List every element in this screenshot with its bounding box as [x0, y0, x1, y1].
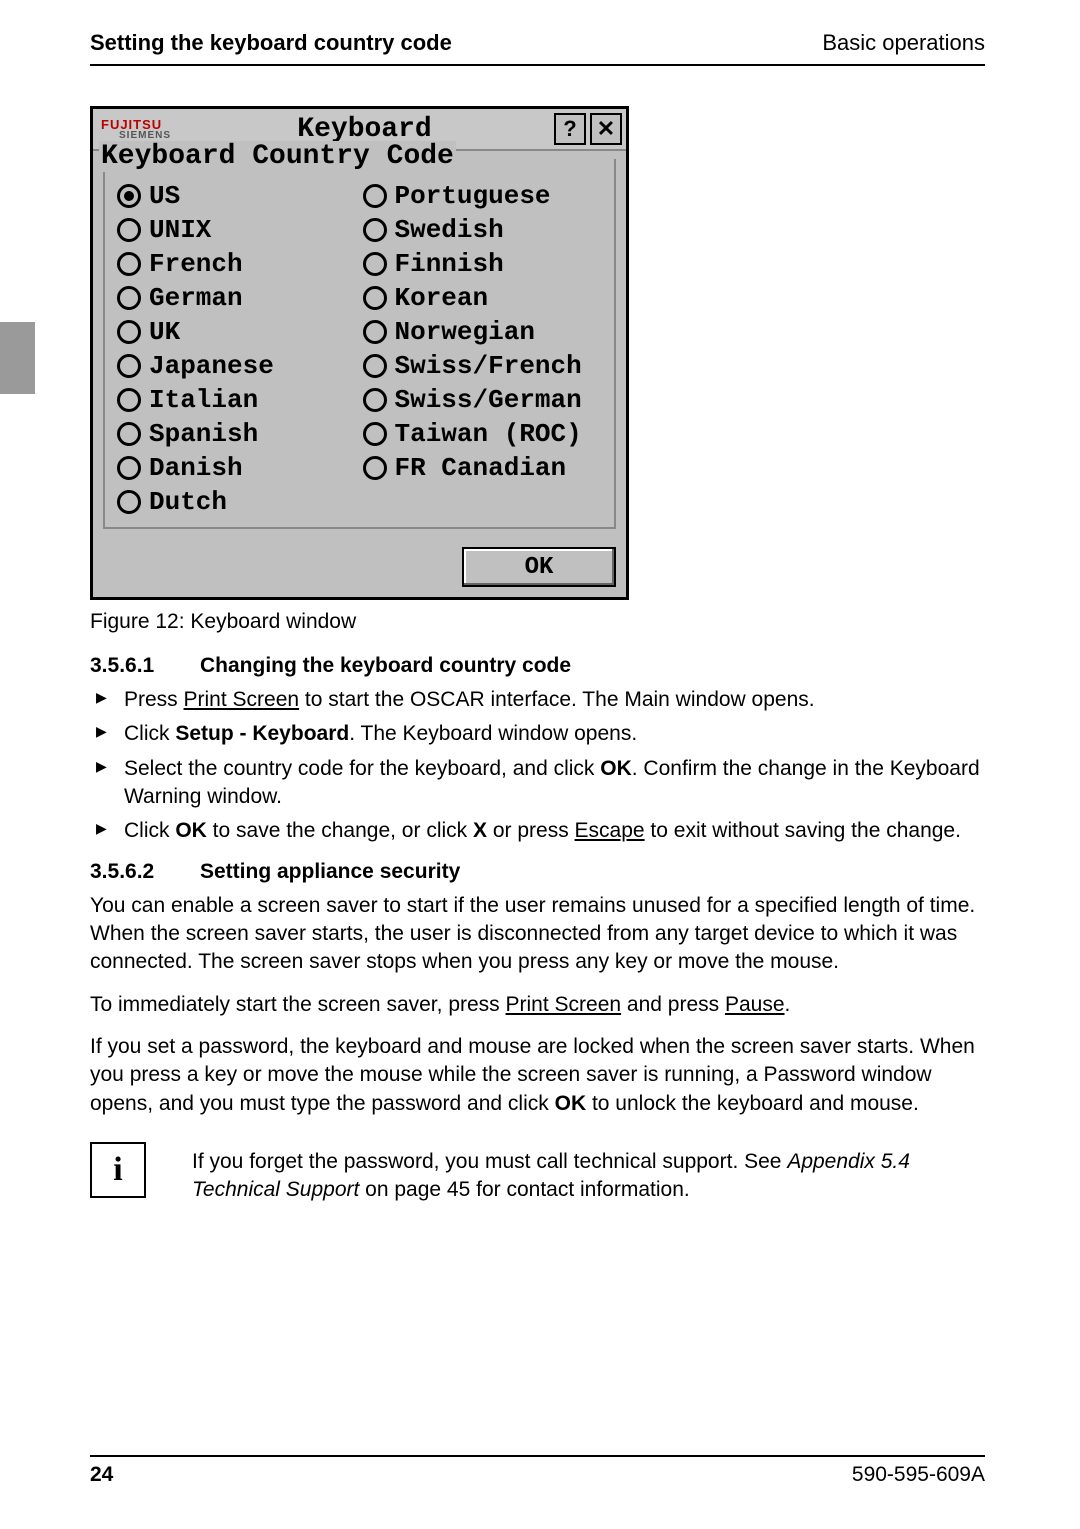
radio-indicator	[117, 422, 141, 446]
radio-indicator	[117, 490, 141, 514]
page-footer: 24 590-595-609A	[90, 1455, 985, 1487]
note-text: If you forget the password, you must cal…	[192, 1142, 985, 1205]
radio-label: Japanese	[149, 351, 274, 381]
header-left: Setting the keyboard country code	[90, 30, 452, 56]
radio-fr-canadian[interactable]: FR Canadian	[363, 451, 609, 485]
radio-label: German	[149, 283, 243, 313]
section2-p2: To immediately start the screen saver, p…	[90, 991, 985, 1019]
step-4: Click OK to save the change, or click X …	[90, 817, 985, 845]
radio-indicator	[363, 252, 387, 276]
radio-label: Italian	[149, 385, 258, 415]
radio-french[interactable]: French	[117, 247, 363, 281]
radio-indicator	[117, 320, 141, 344]
fujitsu-siemens-logo: FUJITSU SIEMENS	[101, 118, 171, 141]
doc-number: 590-595-609A	[852, 1463, 985, 1487]
radio-indicator	[363, 184, 387, 208]
radio-label: Finnish	[395, 249, 504, 279]
radio-norwegian[interactable]: Norwegian	[363, 315, 609, 349]
radio-portuguese[interactable]: Portuguese	[363, 179, 609, 213]
keyboard-window: FUJITSU SIEMENS Keyboard ? ✕ Keyboard Co…	[90, 106, 629, 600]
radio-swedish[interactable]: Swedish	[363, 213, 609, 247]
radio-label: Swedish	[395, 215, 504, 245]
section2-p3: If you set a password, the keyboard and …	[90, 1033, 985, 1118]
radio-indicator	[117, 354, 141, 378]
radio-indicator	[363, 218, 387, 242]
radio-uk[interactable]: UK	[117, 315, 363, 349]
step-1: Press Print Screen to start the OSCAR in…	[90, 686, 985, 714]
radio-label: Swiss/French	[395, 351, 582, 381]
radio-column-1: US UNIX French German UK Japanese Italian Spani…	[117, 179, 363, 519]
radio-label: Danish	[149, 453, 243, 483]
radio-label: US	[149, 181, 180, 211]
radio-us[interactable]: US	[117, 179, 363, 213]
radio-indicator	[117, 286, 141, 310]
radio-indicator	[363, 354, 387, 378]
radio-indicator	[363, 286, 387, 310]
section-3-5-6-1-head: 3.5.6.1Changing the keyboard country cod…	[90, 654, 985, 678]
step-2: Click Setup - Keyboard. The Keyboard win…	[90, 720, 985, 748]
ok-button[interactable]: OK	[462, 547, 616, 587]
radio-label: Norwegian	[395, 317, 535, 347]
radio-swiss-german[interactable]: Swiss/German	[363, 383, 609, 417]
radio-label: UK	[149, 317, 180, 347]
radio-label: Korean	[395, 283, 489, 313]
window-title: Keyboard	[179, 114, 550, 145]
help-button[interactable]: ?	[554, 113, 586, 145]
radio-taiwan-roc-[interactable]: Taiwan (ROC)	[363, 417, 609, 451]
radio-label: Taiwan (ROC)	[395, 419, 582, 449]
radio-label: Swiss/German	[395, 385, 582, 415]
radio-japanese[interactable]: Japanese	[117, 349, 363, 383]
section1-steps: Press Print Screen to start the OSCAR in…	[90, 686, 985, 846]
figure-caption: Figure 12: Keyboard window	[90, 610, 985, 634]
radio-indicator	[117, 184, 141, 208]
radio-indicator	[363, 320, 387, 344]
radio-german[interactable]: German	[117, 281, 363, 315]
radio-label: French	[149, 249, 243, 279]
radio-label: FR Canadian	[395, 453, 567, 483]
step-3: Select the country code for the keyboard…	[90, 755, 985, 812]
radio-korean[interactable]: Korean	[363, 281, 609, 315]
radio-indicator	[363, 422, 387, 446]
radio-dutch[interactable]: Dutch	[117, 485, 363, 519]
page-number: 24	[90, 1463, 113, 1487]
info-icon: i	[90, 1142, 146, 1198]
group-label: Keyboard Country Code	[99, 141, 456, 172]
section2-p1: You can enable a screen saver to start i…	[90, 892, 985, 977]
close-button[interactable]: ✕	[590, 113, 622, 145]
radio-label: Dutch	[149, 487, 227, 517]
radio-spanish[interactable]: Spanish	[117, 417, 363, 451]
radio-swiss-french[interactable]: Swiss/French	[363, 349, 609, 383]
info-note: i If you forget the password, you must c…	[90, 1142, 985, 1205]
radio-column-2: Portuguese Swedish Finnish Korean Norwegian S…	[363, 179, 609, 519]
side-tab	[0, 322, 35, 394]
radio-unix[interactable]: UNIX	[117, 213, 363, 247]
radio-label: UNIX	[149, 215, 211, 245]
radio-italian[interactable]: Italian	[117, 383, 363, 417]
page-header: Setting the keyboard country code Basic …	[90, 30, 985, 66]
radio-indicator	[363, 456, 387, 480]
radio-indicator	[363, 388, 387, 412]
radio-finnish[interactable]: Finnish	[363, 247, 609, 281]
radio-label: Spanish	[149, 419, 258, 449]
header-right: Basic operations	[822, 30, 985, 56]
radio-label: Portuguese	[395, 181, 551, 211]
radio-indicator	[117, 388, 141, 412]
section-3-5-6-2-head: 3.5.6.2Setting appliance security	[90, 860, 985, 884]
radio-indicator	[117, 456, 141, 480]
country-code-group: Keyboard Country Code USUNIXFrenchGerman…	[103, 159, 616, 529]
radio-indicator	[117, 252, 141, 276]
radio-indicator	[117, 218, 141, 242]
radio-danish[interactable]: Danish	[117, 451, 363, 485]
